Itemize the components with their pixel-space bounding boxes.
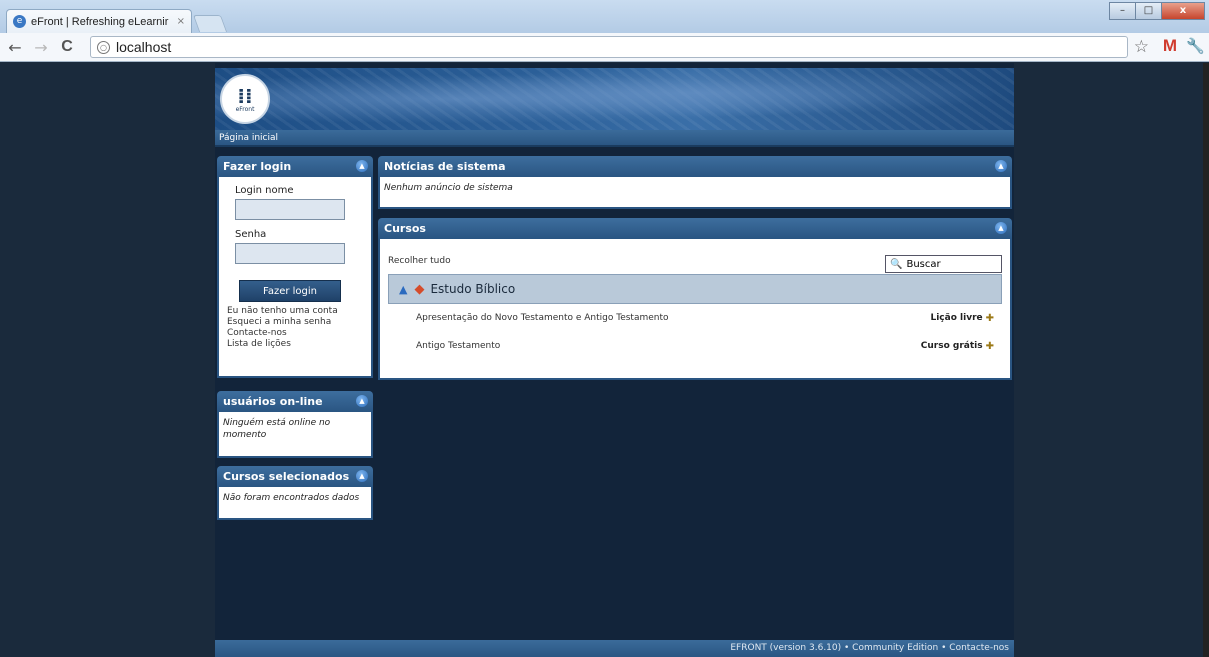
wrench-icon[interactable]: 🔧 [1186, 37, 1205, 55]
page-footer: EFRONT (version 3.6.10) • Community Edit… [215, 640, 1014, 657]
window-controls: – □ x [1109, 2, 1205, 20]
footer-text[interactable]: EFRONT (version 3.6.10) • Community Edit… [730, 643, 1009, 653]
courses-block-title: Cursos [384, 222, 426, 235]
maximize-button[interactable]: □ [1135, 2, 1162, 20]
forward-arrow-icon[interactable]: → [30, 38, 52, 57]
selected-block-header: Cursos selecionados ▲ [217, 466, 373, 487]
login-block-header: Fazer login ▲ [217, 156, 373, 177]
username-input[interactable] [235, 199, 345, 220]
minimize-button[interactable]: – [1109, 2, 1136, 20]
username-label: Login nome [235, 185, 294, 196]
gmail-icon[interactable]: M [1163, 36, 1177, 56]
efront-favicon-icon: e [13, 15, 26, 28]
news-block-title: Notícias de sistema [384, 160, 506, 173]
chevron-up-icon[interactable]: ▲ [399, 283, 407, 296]
course-row[interactable]: Antigo Testamento Curso grátis ✚ [388, 332, 1002, 360]
lesson-list-link[interactable]: Lista de lições [227, 339, 363, 350]
category-icon: ◆ [414, 281, 425, 297]
selected-block-text: Não foram encontrados dados [217, 487, 373, 520]
category-label: Estudo Bíblico [430, 282, 516, 296]
logo-glyph: ⁞⁞ [237, 83, 253, 108]
browser-tab[interactable]: e eFront | Refreshing eLearnir × [6, 9, 192, 33]
tab-title: eFront | Refreshing eLearnir [31, 15, 169, 28]
system-news-block: Notícias de sistema ▲ Nenhum anúncio de … [378, 156, 1012, 209]
online-block-header: usuários on-line ▲ [217, 391, 373, 412]
forgot-password-link[interactable]: Esqueci a minha senha [227, 317, 363, 328]
online-users-block: usuários on-line ▲ Ninguém está online n… [217, 391, 373, 458]
tab-close-icon[interactable]: × [177, 16, 185, 27]
courses-block: Cursos ▲ Recolher tudo 🔍 Buscar ▲ ◆ Estu… [378, 218, 1012, 380]
course-category-row[interactable]: ▲ ◆ Estudo Bíblico [388, 274, 1002, 304]
browser-titlebar: e eFront | Refreshing eLearnir × – □ x [0, 0, 1209, 33]
login-block-body: Login nome Senha Fazer login Eu não tenh… [217, 177, 373, 378]
search-input[interactable]: 🔍 Buscar [885, 255, 1002, 273]
browser-toolbar: ← → C ○ localhost ☆ M 🔧 [0, 33, 1209, 62]
login-block: Fazer login ▲ Login nome Senha Fazer log… [217, 156, 373, 378]
new-tab-button[interactable] [192, 15, 228, 32]
news-block-header: Notícias de sistema ▲ [378, 156, 1012, 177]
search-icon: 🔍 [890, 258, 903, 270]
contact-link[interactable]: Contacte-nos [227, 328, 363, 339]
address-bar[interactable]: ○ localhost [90, 36, 1128, 58]
efront-logo[interactable]: ⁞⁞ eFront [220, 74, 270, 124]
collapse-icon[interactable]: ▲ [995, 222, 1007, 234]
password-input[interactable] [235, 243, 345, 264]
home-bar: Página inicial [215, 130, 1014, 147]
collapse-icon[interactable]: ▲ [356, 160, 368, 172]
efront-page: ⁞⁞ eFront Página inicial Fazer login ▲ L… [215, 63, 1014, 657]
collapse-icon[interactable]: ▲ [356, 395, 368, 407]
scrollbar[interactable] [1203, 63, 1209, 657]
course-row[interactable]: Apresentação do Novo Testamento e Antigo… [388, 304, 1002, 332]
header-banner: ⁞⁞ eFront [215, 68, 1014, 130]
course-name[interactable]: Antigo Testamento [416, 341, 921, 351]
collapse-all-link[interactable]: Recolher tudo [388, 256, 451, 266]
course-tag: Lição livre [930, 313, 983, 323]
home-link[interactable]: Página inicial [219, 133, 278, 143]
collapse-icon[interactable]: ▲ [356, 470, 368, 482]
bookmark-star-icon[interactable]: ☆ [1134, 37, 1149, 57]
courses-block-body: Recolher tudo 🔍 Buscar ▲ ◆ Estudo Bíblic… [378, 239, 1012, 380]
login-button[interactable]: Fazer login [239, 280, 341, 302]
collapse-icon[interactable]: ▲ [995, 160, 1007, 172]
online-block-title: usuários on-line [223, 395, 323, 408]
cart-icon[interactable]: ✚ [986, 313, 994, 324]
selected-block-title: Cursos selecionados [223, 470, 350, 483]
login-block-title: Fazer login [223, 160, 292, 173]
course-name[interactable]: Apresentação do Novo Testamento e Antigo… [416, 313, 930, 323]
news-block-text: Nenhum anúncio de sistema [378, 177, 1012, 209]
course-tag: Curso grátis [920, 341, 983, 351]
page-info-icon[interactable]: ○ [97, 40, 110, 54]
reload-icon[interactable]: C [56, 38, 78, 56]
url-text: localhost [116, 39, 172, 55]
courses-block-header: Cursos ▲ [378, 218, 1012, 239]
search-label: Buscar [906, 258, 941, 270]
close-window-button[interactable]: x [1161, 2, 1205, 20]
cart-icon[interactable]: ✚ [986, 341, 994, 352]
online-block-text: Ninguém está online no momento [217, 412, 373, 458]
logo-text: eFront [235, 105, 255, 113]
selected-courses-block: Cursos selecionados ▲ Não foram encontra… [217, 466, 373, 520]
back-arrow-icon[interactable]: ← [4, 38, 26, 57]
page-viewport: ⁞⁞ eFront Página inicial Fazer login ▲ L… [0, 63, 1209, 657]
no-account-link[interactable]: Eu não tenho uma conta [227, 306, 363, 317]
password-label: Senha [235, 229, 267, 240]
